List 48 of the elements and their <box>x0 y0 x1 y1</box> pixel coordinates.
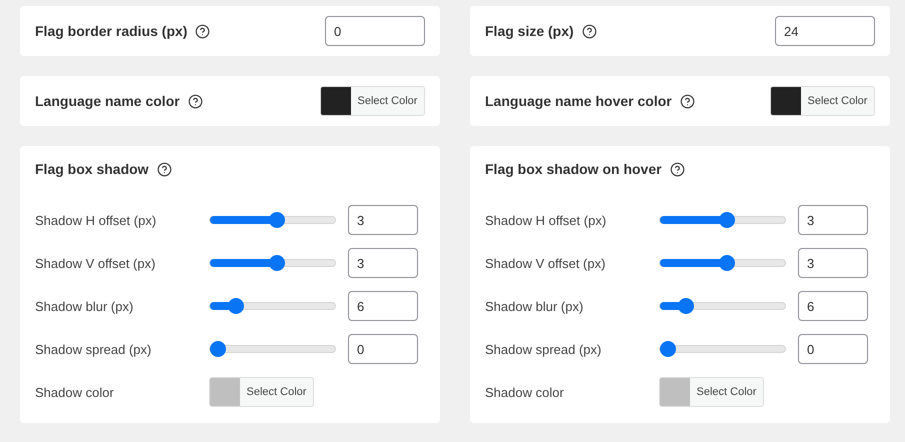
slider-thumb[interactable] <box>268 255 285 271</box>
select-color-button[interactable]: Select Color <box>351 87 424 115</box>
setting-title: Language name hover color <box>485 93 672 109</box>
slider-thumb[interactable] <box>718 255 735 271</box>
number-input[interactable]: 3 <box>798 248 868 278</box>
slider-thumb[interactable] <box>228 298 244 314</box>
setting-title: Language name color <box>35 93 180 109</box>
color-picker[interactable]: Select Color <box>209 377 314 407</box>
setting-label: Shadow V offset (px) <box>35 256 156 270</box>
number-input[interactable]: 3 <box>348 248 418 278</box>
select-color-button[interactable]: Select Color <box>690 378 763 406</box>
number-input[interactable]: 0 <box>798 334 868 364</box>
slider-thumb[interactable] <box>678 298 694 314</box>
select-color-button[interactable]: Select Color <box>240 378 313 406</box>
setting-label: Shadow spread (px) <box>35 342 152 356</box>
help-icon[interactable] <box>156 162 172 176</box>
help-icon[interactable] <box>195 24 210 38</box>
slider-thumb[interactable] <box>718 212 735 228</box>
number-input[interactable]: 6 <box>348 291 418 321</box>
slider-thumb[interactable] <box>210 341 226 357</box>
setting-label: Shadow blur (px) <box>485 298 584 314</box>
number-input[interactable]: 3 <box>798 205 868 235</box>
number-input[interactable]: 24 <box>775 16 875 46</box>
help-icon[interactable] <box>680 94 695 108</box>
number-input[interactable]: 0 <box>348 334 418 364</box>
setting-title: Flag size (px) <box>485 23 574 39</box>
color-picker[interactable]: Select Color <box>770 86 875 116</box>
number-input[interactable]: 0 <box>325 16 425 46</box>
number-input[interactable]: 3 <box>348 205 418 235</box>
setting-title: Flag border radius (px) <box>35 23 188 39</box>
setting-label: Shadow H offset (px) <box>35 212 158 228</box>
slider-thumb[interactable] <box>660 341 676 357</box>
setting-label: Shadow color <box>35 384 115 400</box>
select-color-button[interactable]: Select Color <box>801 87 874 115</box>
setting-label: Shadow blur (px) <box>35 298 134 314</box>
number-input[interactable]: 6 <box>798 291 868 321</box>
help-icon[interactable] <box>670 162 685 176</box>
help-icon[interactable] <box>582 24 597 38</box>
setting-title: Flag box shadow on hover <box>485 161 662 177</box>
setting-title: Flag box shadow <box>35 161 149 177</box>
color-picker[interactable]: Select Color <box>659 377 764 407</box>
setting-label: Shadow spread (px) <box>485 342 602 356</box>
slider-thumb[interactable] <box>268 212 285 228</box>
setting-label: Shadow V offset (px) <box>485 256 606 270</box>
setting-label: Shadow H offset (px) <box>485 212 608 228</box>
color-picker[interactable]: Select Color <box>320 86 425 116</box>
help-icon[interactable] <box>188 94 203 108</box>
setting-label: Shadow color <box>485 384 565 400</box>
